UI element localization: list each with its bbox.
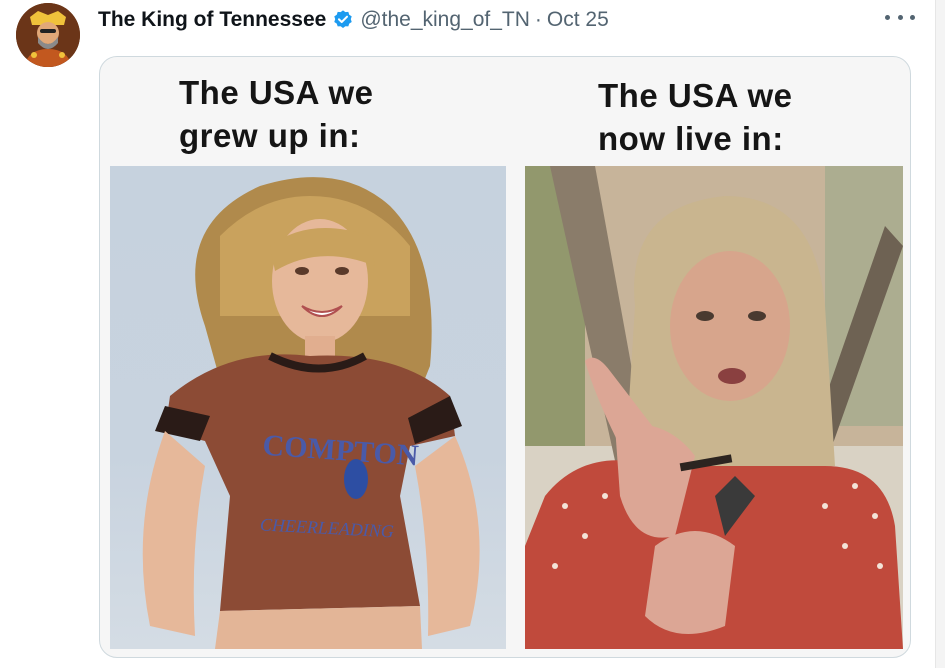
author-display-name[interactable]: The King of Tennessee <box>98 8 326 32</box>
more-dot <box>885 14 890 20</box>
tweet-media-card[interactable]: The USA we grew up in: The USA we now li… <box>99 56 911 658</box>
author-avatar[interactable] <box>16 3 80 67</box>
author-handle[interactable]: @the_king_of_TN <box>360 8 530 32</box>
verified-badge-icon <box>332 9 354 31</box>
right-photo-image <box>525 166 903 649</box>
right-caption: The USA we now live in: <box>598 77 793 157</box>
more-dot <box>910 14 915 20</box>
more-options-icon[interactable] <box>885 7 915 27</box>
header-separator: · <box>534 8 542 31</box>
left-photo-image: COMPTON CHEERLEADING <box>142 177 480 649</box>
avatar-image <box>16 3 80 67</box>
left-photo[interactable]: COMPTON CHEERLEADING <box>110 166 506 649</box>
scrollbar-track[interactable] <box>935 0 945 668</box>
tweet-header: The King of Tennessee @the_king_of_TN · … <box>98 6 609 34</box>
left-caption: The USA we grew up in: <box>179 74 374 154</box>
more-dot <box>897 14 903 20</box>
right-photo[interactable] <box>525 166 903 649</box>
tweet-date[interactable]: Oct 25 <box>547 8 609 32</box>
